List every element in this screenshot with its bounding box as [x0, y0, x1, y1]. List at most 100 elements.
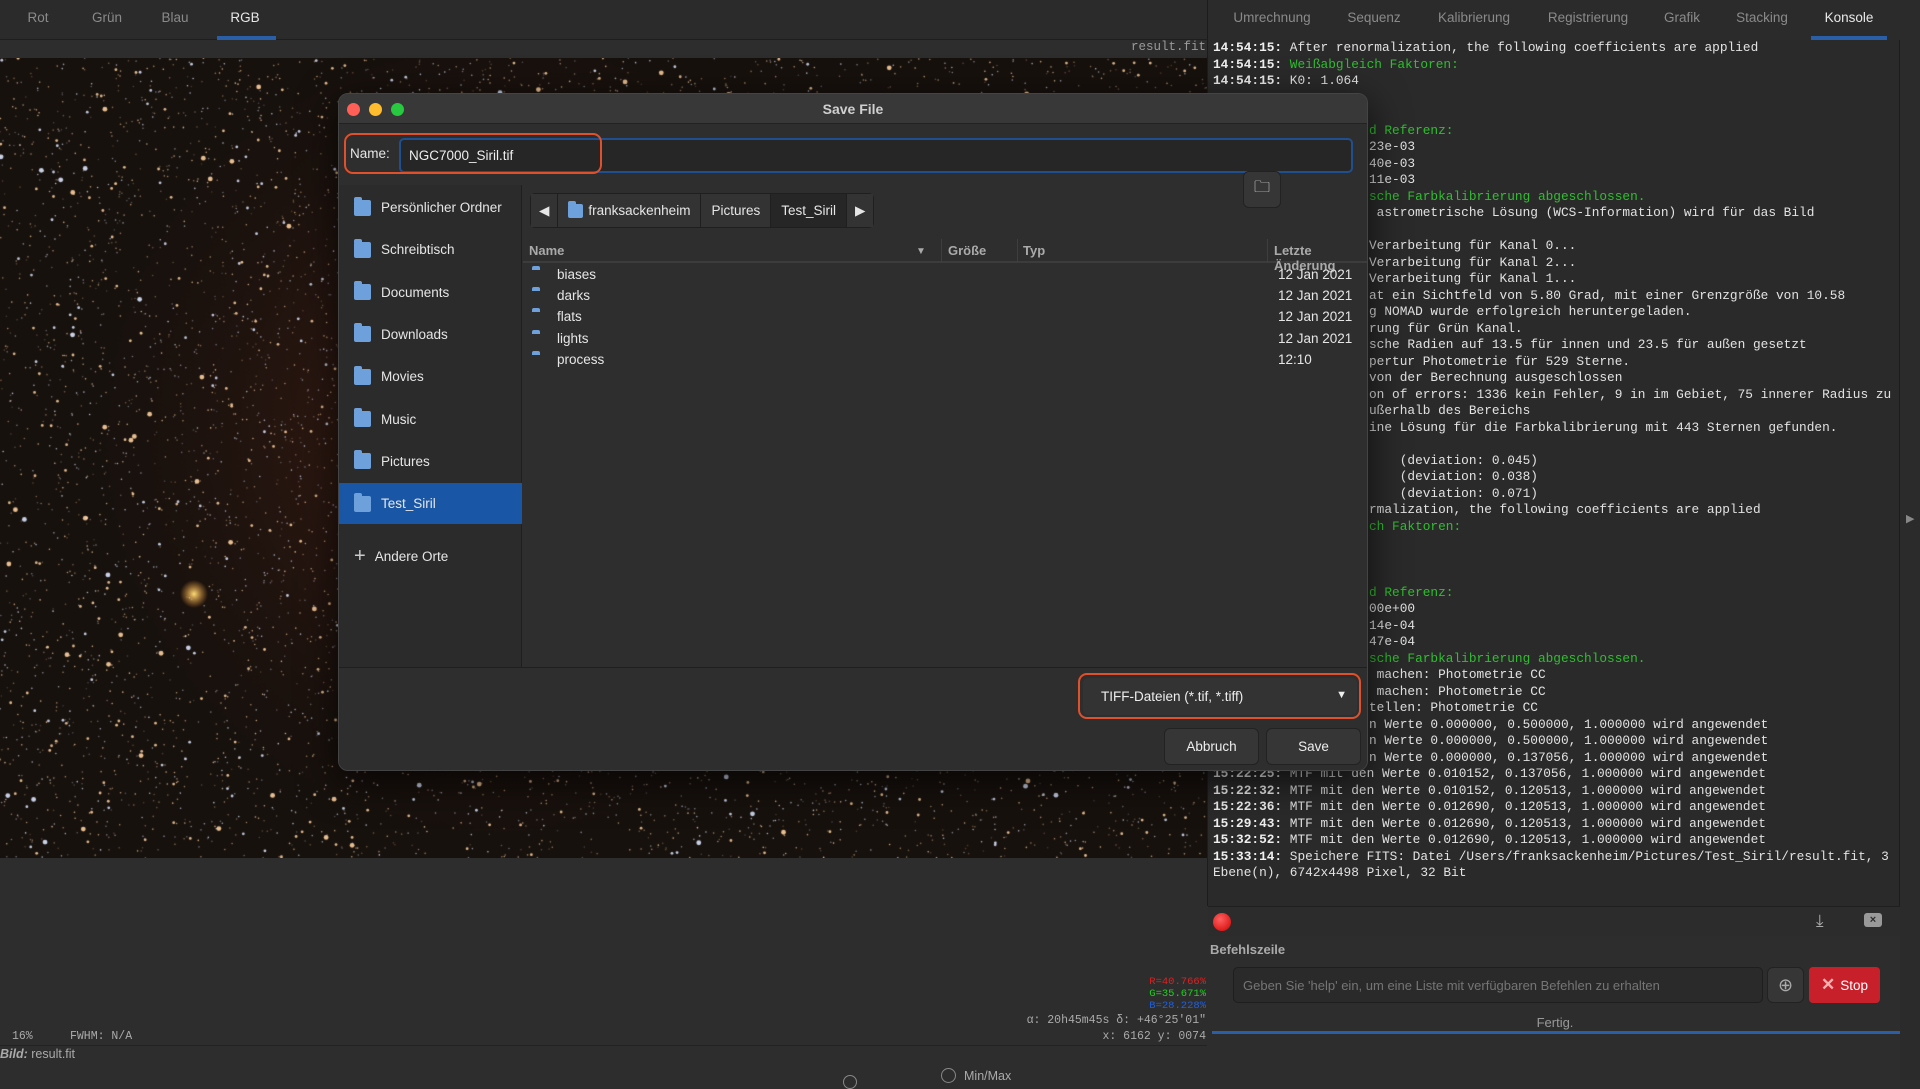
divider	[0, 1045, 1207, 1046]
home-folder-icon	[568, 200, 584, 218]
tab-umrechnung[interactable]: Umrechnung	[1233, 10, 1310, 25]
expand-arrow-icon[interactable]: ▶	[1906, 512, 1914, 525]
places-sidebar: Persönlicher Ordner Schreibtisch Documents…	[339, 185, 522, 667]
tab-rgb[interactable]: RGB	[230, 10, 259, 25]
command-line-label: Befehlszeile	[1210, 942, 1286, 957]
path-segment-pictures[interactable]: Pictures	[701, 194, 772, 227]
console-timestamp: 14:54:15:	[1213, 73, 1283, 88]
tab-registrierung[interactable]: Registrierung	[1548, 10, 1628, 25]
console-timestamp: 15:32:52:	[1213, 832, 1283, 847]
sidebar-item-label: Test_Siril	[381, 496, 436, 512]
tab-rot[interactable]: Rot	[27, 10, 48, 25]
progress-bar	[1212, 1031, 1900, 1034]
tab-sequenz[interactable]: Sequenz	[1347, 10, 1400, 25]
channel-tab-bar: Rot Grün Blau RGB	[0, 0, 1207, 40]
console-message: ußerhalb des Bereichs	[1369, 403, 1531, 418]
console-line: 47e-04	[1369, 634, 1415, 651]
file-row[interactable]: darks 12 Jan 2021	[523, 286, 1367, 307]
console-line: d Referenz:	[1369, 585, 1453, 602]
lifebuoy-icon: ⊕	[1777, 974, 1794, 995]
console-line: n Werte 0.000000, 0.500000, 1.000000 wir…	[1369, 717, 1768, 734]
column-separator	[941, 239, 942, 263]
path-segment-test-siril[interactable]: Test_Siril	[771, 194, 847, 227]
file-row[interactable]: biases 12 Jan 2021	[523, 265, 1367, 286]
console-timestamp: 14:54:15:	[1213, 40, 1283, 55]
console-line: machen: Photometrie CC	[1369, 667, 1546, 684]
clear-console-icon[interactable]: ×	[1864, 913, 1882, 927]
path-back-button[interactable]: ◀	[531, 194, 559, 227]
image-overlay-filename: result.fit	[1130, 40, 1206, 54]
sidebar-item-movies[interactable]: Movies	[339, 356, 522, 397]
console-line: 14:54:15: After renormalization, the fol…	[1213, 40, 1758, 57]
command-input[interactable]	[1233, 967, 1763, 1003]
column-size[interactable]: Größe	[948, 243, 986, 258]
console-line: n Werte 0.000000, 0.500000, 1.000000 wir…	[1369, 733, 1768, 750]
console-message: astrometrische Lösung (WCS-Information) …	[1369, 205, 1815, 220]
highlight-box	[1078, 673, 1361, 719]
tab-konsole[interactable]: Konsole	[1825, 10, 1874, 25]
sidebar-item-music[interactable]: Music	[339, 399, 522, 440]
console-message: (deviation: 0.045)	[1369, 452, 1538, 468]
file-name: lights	[557, 330, 589, 346]
file-row[interactable]: flats 12 Jan 2021	[523, 307, 1367, 328]
console-line: von der Berechnung ausgeschlossen	[1369, 370, 1622, 387]
stop-button[interactable]: ✕ Stop	[1809, 967, 1880, 1003]
tab-stacking[interactable]: Stacking	[1736, 10, 1788, 25]
console-line: 40e-03	[1369, 156, 1415, 173]
console-line: ine Lösung für die Farbkalibrierung mit …	[1369, 420, 1837, 437]
new-folder-icon: 🗀	[1253, 179, 1270, 196]
save-button[interactable]: Save	[1266, 728, 1361, 765]
sidebar-item-downloads[interactable]: Downloads	[339, 314, 522, 355]
console-message: n Werte 0.000000, 0.500000, 1.000000 wir…	[1369, 733, 1769, 748]
console-message: Speichere FITS: Datei /Users/franksacken…	[1282, 848, 1889, 864]
path-bar: ◀ franksackenheim Pictures Test_Siril ▶	[530, 193, 875, 228]
console-message: (deviation: 0.071)	[1369, 485, 1538, 501]
column-separator	[1017, 239, 1018, 263]
cancel-button[interactable]: Abbruch	[1164, 728, 1259, 765]
console-message: 14e-04	[1369, 617, 1416, 633]
tab-blau[interactable]: Blau	[161, 10, 188, 25]
console-timestamp: 15:33:14:	[1213, 848, 1283, 864]
sidebar-item-label: Documents	[381, 284, 450, 300]
sidebar-item-label: Schreibtisch	[381, 242, 455, 258]
console-message: sche Farbkalibrierung abgeschlossen.	[1369, 188, 1646, 204]
sidebar-item-label: Persönlicher Ordner	[381, 200, 502, 215]
console-message: n Werte 0.000000, 0.137056, 1.000000 wir…	[1369, 749, 1769, 765]
sidebar-item-label: Downloads	[381, 326, 448, 342]
help-button[interactable]: ⊕	[1767, 967, 1804, 1003]
tab-kalibrierung[interactable]: Kalibrierung	[1438, 10, 1510, 25]
sidebar-item-pers-nlicher-ordner[interactable]: Persönlicher Ordner	[339, 187, 522, 228]
console-line: 15:32:52: MTF mit den Werte 0.012690, 0.…	[1213, 832, 1766, 849]
sidebar-item-label: Pictures	[381, 453, 430, 469]
column-type[interactable]: Typ	[1023, 243, 1045, 258]
dialog-titlebar[interactable]: Save File	[339, 94, 1367, 124]
panel-handle[interactable]: ▶	[1900, 0, 1920, 1080]
zoom-level: 16%	[12, 1030, 33, 1043]
console-line: 15:22:32: MTF mit den Werte 0.010152, 0.…	[1213, 783, 1766, 800]
console-message: Weißabgleich Faktoren:	[1282, 56, 1459, 72]
path-segment-home[interactable]: franksackenheim	[558, 194, 702, 227]
tab-grafik[interactable]: Grafik	[1664, 10, 1700, 25]
scroll-to-end-icon[interactable]: ⤓	[1816, 911, 1824, 931]
radio-button[interactable]	[843, 1075, 857, 1089]
folder-icon	[354, 238, 371, 258]
sidebar-item-test-siril[interactable]: Test_Siril	[339, 483, 522, 525]
sidebar-item-schreibtisch[interactable]: Schreibtisch	[339, 229, 522, 270]
new-folder-button[interactable]: 🗀	[1243, 171, 1281, 208]
console-line: Ebene(n), 6742x4498 Pixel, 32 Bit	[1213, 865, 1466, 882]
file-modified: 12:10	[1278, 351, 1312, 367]
sidebar-item-pictures[interactable]: Pictures	[339, 441, 522, 482]
sidebar-item-documents[interactable]: Documents	[339, 272, 522, 313]
console-line: Verarbeitung für Kanal 1...	[1369, 271, 1576, 288]
column-name[interactable]: Name	[529, 243, 564, 258]
tab-gruen[interactable]: Grün	[92, 10, 122, 25]
sort-descending-icon[interactable]: ▼	[916, 246, 926, 257]
path-forward-button[interactable]: ▶	[847, 194, 874, 227]
minmax-radio[interactable]	[941, 1068, 956, 1083]
path-segment-label: franksackenheim	[588, 203, 691, 218]
console-line: ußerhalb des Bereichs	[1369, 403, 1530, 420]
minmax-label: Min/Max	[964, 1069, 1012, 1083]
file-row[interactable]: process 12:10	[523, 350, 1367, 371]
file-row[interactable]: lights 12 Jan 2021	[523, 329, 1367, 350]
sidebar-item-other-locations[interactable]: + Andere Orte	[339, 536, 522, 577]
